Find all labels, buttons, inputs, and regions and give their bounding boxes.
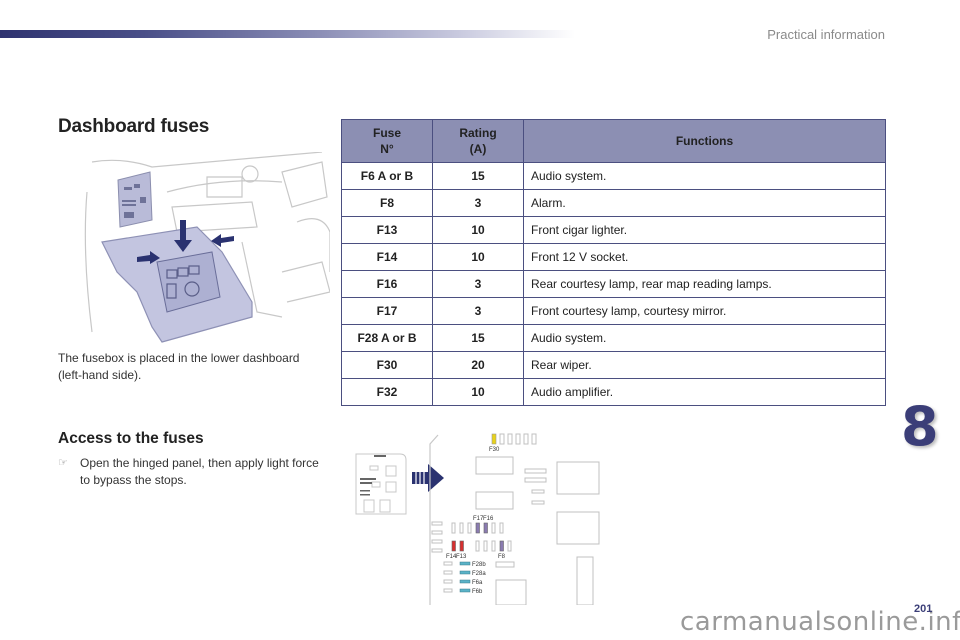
direction-arrow-icon xyxy=(412,464,444,492)
pointing-hand-icon: ☞ xyxy=(58,457,68,469)
fuse-rating: 3 xyxy=(432,270,524,298)
fuse-function: Front 12 V socket. xyxy=(523,243,886,271)
fuse-f8 xyxy=(499,540,504,552)
fusebox-location-description: The fusebox is placed in the lower dashb… xyxy=(58,351,300,382)
table-row: F28 A or B 15 Audio system. xyxy=(341,324,886,352)
fuse-number: F8 xyxy=(341,189,433,217)
fuse-f13 xyxy=(459,540,464,552)
fuse-number: F17 xyxy=(341,297,433,325)
table-row: F30 20 Rear wiper. xyxy=(341,351,886,379)
fuse-f28b xyxy=(459,561,471,566)
fuse-rating: 10 xyxy=(432,378,524,406)
table-row: F13 10 Front cigar lighter. xyxy=(341,216,886,244)
header-rating-line2: (A) xyxy=(469,142,487,156)
header-functions: Functions xyxy=(523,119,886,163)
header-rating: Rating (A) xyxy=(432,119,524,163)
table-row: F14 10 Front 12 V socket. xyxy=(341,243,886,271)
access-step-text: Open the hinged panel, then apply light … xyxy=(80,456,319,487)
fuse-f28a xyxy=(459,570,471,575)
header-fuse-line1: Fuse xyxy=(372,126,401,140)
label-f13: F13 xyxy=(456,554,467,560)
header-fuse-number: Fuse N° xyxy=(341,119,433,163)
label-f6a: F6a xyxy=(472,580,483,586)
fuse-rating: 15 xyxy=(432,162,524,190)
fuse-number: F6 A or B xyxy=(341,162,433,190)
fuse-table-header: Fuse N° Rating (A) Functions xyxy=(341,119,886,163)
fuse-function: Audio system. xyxy=(523,324,886,352)
fuse-function: Rear courtesy lamp, rear map reading lam… xyxy=(523,270,886,298)
fuse-function: Alarm. xyxy=(523,189,886,217)
fuse-function: Audio system. xyxy=(523,162,886,190)
table-row: F8 3 Alarm. xyxy=(341,189,886,217)
fuse-rating: 15 xyxy=(432,324,524,352)
dashboard-fusebox-illustration xyxy=(84,152,330,343)
fuse-number: F13 xyxy=(341,216,433,244)
fuse-f6a xyxy=(459,579,471,584)
label-f6b: F6b xyxy=(472,589,483,595)
fuse-f30 xyxy=(491,433,497,445)
section-title: Practical information xyxy=(767,27,885,42)
label-f8: F8 xyxy=(498,554,506,560)
fuse-f6b xyxy=(459,588,471,593)
page-number: 201 xyxy=(914,603,933,615)
fuse-rating: 3 xyxy=(432,189,524,217)
fuse-function: Audio amplifier. xyxy=(523,378,886,406)
fuse-rating: 10 xyxy=(432,243,524,271)
fusebox-thumbnail-detail xyxy=(360,455,386,496)
page-title: Dashboard fuses xyxy=(58,116,210,137)
fuse-number: F30 xyxy=(341,351,433,379)
fuse-function: Rear wiper. xyxy=(523,351,886,379)
fuse-f17 xyxy=(475,522,480,534)
access-section-title: Access to the fuses xyxy=(58,430,204,447)
fuse-number: F14 xyxy=(341,243,433,271)
label-f28b: F28b xyxy=(472,562,486,568)
fuse-f16 xyxy=(483,522,488,534)
fuse-number: F28 A or B xyxy=(341,324,433,352)
fusebox-edge xyxy=(429,434,439,605)
header-gradient-bar xyxy=(0,30,575,38)
fuse-function: Front cigar lighter. xyxy=(523,216,886,244)
fuse-rating: 3 xyxy=(432,297,524,325)
fuse-number: F16 xyxy=(341,270,433,298)
label-f16: F16 xyxy=(483,516,494,522)
fusebox-layout-diagram: F30 F17 F16 F14 F13 F8 F28b F28a F6a F6b xyxy=(355,433,600,605)
fuse-f14 xyxy=(451,540,456,552)
table-row: F16 3 Rear courtesy lamp, rear map reading… xyxy=(341,270,886,298)
fusebox-components xyxy=(431,433,600,605)
table-row: F6 A or B 15 Audio system. xyxy=(341,162,886,190)
fuse-panel-cover xyxy=(117,171,153,228)
header-fuse-line2: N° xyxy=(380,142,394,156)
fuse-function: Front courtesy lamp, courtesy mirror. xyxy=(523,297,886,325)
fuse-rating: 10 xyxy=(432,216,524,244)
table-row: F17 3 Front courtesy lamp, courtesy mirror… xyxy=(341,297,886,325)
fuse-table: Fuse N° Rating (A) Functions F6 A or B 15… xyxy=(341,119,886,406)
label-f28a: F28a xyxy=(472,571,486,577)
fuse-number: F32 xyxy=(341,378,433,406)
chapter-number: 8 xyxy=(901,395,939,458)
table-row: F32 10 Audio amplifier. xyxy=(341,378,886,406)
fuse-rating: 20 xyxy=(432,351,524,379)
header-rating-line1: Rating xyxy=(459,126,497,140)
label-f30: F30 xyxy=(489,447,500,453)
